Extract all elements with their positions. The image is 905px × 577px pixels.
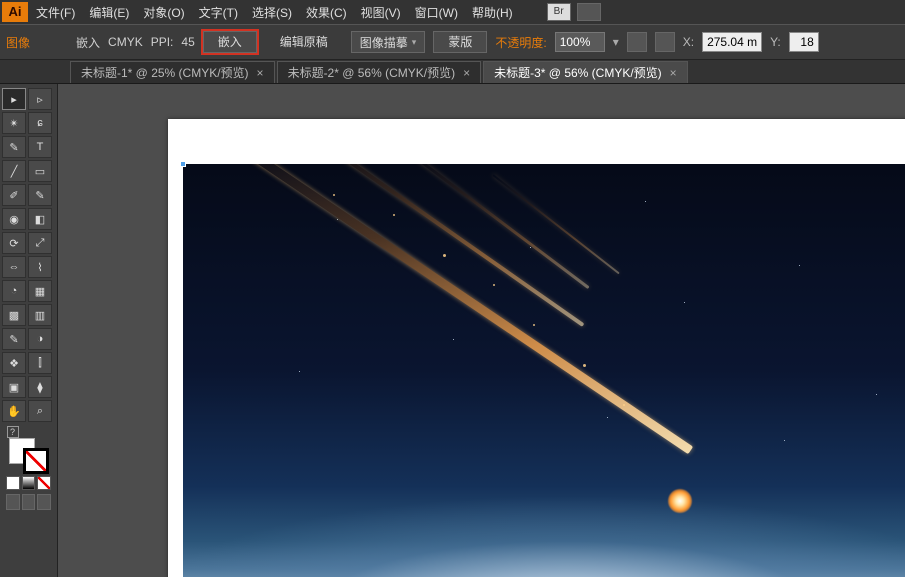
document-tab-bar: 未标题-1* @ 25% (CMYK/预览) × 未标题-2* @ 56% (C… <box>0 60 905 84</box>
symbol-sprayer-tool[interactable]: ❖ <box>2 352 26 374</box>
draw-normal-icon[interactable] <box>6 494 20 510</box>
workspace: ▸▹ ✴ɕ ✎T ╱▭ ✐✎ ◉◧ ⟳⤢ ⇔⌇ ◔▦ ▩▥ ✎◑ ❖⫿ ▣⧫ ✋… <box>0 84 905 577</box>
mask-button[interactable]: 蒙版 <box>433 31 487 53</box>
ppi-label: PPI: <box>151 35 174 49</box>
menu-window[interactable]: 窗口(W) <box>415 4 458 21</box>
scale-tool[interactable]: ⤢ <box>28 232 52 254</box>
hand-tool[interactable]: ✋ <box>2 400 26 422</box>
fill-stroke-control[interactable]: ? <box>5 428 53 472</box>
color-gradient-icon[interactable] <box>22 476 36 490</box>
transform-icon[interactable] <box>627 32 647 52</box>
zoom-tool[interactable]: ⌕ <box>28 400 52 422</box>
y-input[interactable] <box>789 32 819 52</box>
menu-type[interactable]: 文字(T) <box>199 4 238 21</box>
options-bar: 图像 嵌入 CMYK PPI: 45 嵌入 编辑原稿 图像描摹 蒙版 不透明度:… <box>0 24 905 60</box>
eraser-tool[interactable]: ◧ <box>28 208 52 230</box>
embed-button[interactable]: 嵌入 <box>203 31 257 53</box>
menu-select[interactable]: 选择(S) <box>252 4 292 21</box>
bridge-button[interactable]: Br <box>547 3 571 21</box>
menu-help[interactable]: 帮助(H) <box>472 4 513 21</box>
menu-bar: Ai 文件(F) 编辑(E) 对象(O) 文字(T) 选择(S) 效果(C) 视… <box>0 0 905 24</box>
arrange-button[interactable] <box>577 3 601 21</box>
menu-view[interactable]: 视图(V) <box>361 4 401 21</box>
column-graph-tool[interactable]: ⫿ <box>28 352 52 374</box>
opacity-input[interactable] <box>555 32 605 52</box>
slice-tool[interactable]: ⧫ <box>28 376 52 398</box>
color-solid-icon[interactable] <box>6 476 20 490</box>
selection-tool[interactable]: ▸ <box>2 88 26 110</box>
artboard-tool[interactable]: ▣ <box>2 376 26 398</box>
direct-selection-tool[interactable]: ▹ <box>28 88 52 110</box>
gradient-tool[interactable]: ▥ <box>28 304 52 326</box>
close-icon[interactable]: × <box>670 66 677 80</box>
screen-mode-row <box>2 494 55 510</box>
toolbox: ▸▹ ✴ɕ ✎T ╱▭ ✐✎ ◉◧ ⟳⤢ ⇔⌇ ◔▦ ▩▥ ✎◑ ❖⫿ ▣⧫ ✋… <box>0 84 58 577</box>
eyedropper-tool[interactable]: ✎ <box>2 328 26 350</box>
tab-label: 未标题-2* @ 56% (CMYK/预览) <box>288 64 456 81</box>
ppi-value: 45 <box>181 35 194 49</box>
shape-builder-tool[interactable]: ◔ <box>2 280 26 302</box>
menu-object[interactable]: 对象(O) <box>143 4 184 21</box>
document-tab-2[interactable]: 未标题-2* @ 56% (CMYK/预览) × <box>277 61 482 83</box>
context-label: 图像 <box>6 34 30 51</box>
color-mode-row <box>2 476 55 490</box>
rotate-tool[interactable]: ⟳ <box>2 232 26 254</box>
blob-brush-tool[interactable]: ◉ <box>2 208 26 230</box>
menu-edit[interactable]: 编辑(E) <box>89 4 129 21</box>
line-tool[interactable]: ╱ <box>2 160 26 182</box>
color-none-icon[interactable] <box>37 476 51 490</box>
x-input[interactable] <box>702 32 762 52</box>
stars-layer <box>183 164 905 577</box>
width-tool[interactable]: ⇔ <box>2 256 26 278</box>
perspective-tool[interactable]: ▦ <box>28 280 52 302</box>
placed-image[interactable] <box>183 164 905 577</box>
stroke-swatch[interactable] <box>23 448 49 474</box>
meteor-head <box>668 489 692 513</box>
type-tool[interactable]: T <box>28 136 52 158</box>
opacity-label: 不透明度: <box>495 34 546 51</box>
canvas-area[interactable] <box>58 84 905 577</box>
tab-label: 未标题-1* @ 25% (CMYK/预览) <box>81 64 249 81</box>
y-label: Y: <box>770 35 781 49</box>
edit-original-button[interactable]: 编辑原稿 <box>265 31 343 53</box>
colormode-label: CMYK <box>108 35 143 49</box>
draw-behind-icon[interactable] <box>22 494 36 510</box>
paintbrush-tool[interactable]: ✐ <box>2 184 26 206</box>
x-label: X: <box>683 35 694 49</box>
blend-tool[interactable]: ◑ <box>28 328 52 350</box>
draw-inside-icon[interactable] <box>37 494 51 510</box>
embed-status: 嵌入 <box>76 34 100 51</box>
help-icon[interactable]: ? <box>7 426 19 438</box>
lasso-tool[interactable]: ɕ <box>28 112 52 134</box>
menu-right-buttons: Br <box>547 3 601 21</box>
menu-file[interactable]: 文件(F) <box>36 4 75 21</box>
close-icon[interactable]: × <box>463 66 470 80</box>
document-tab-3[interactable]: 未标题-3* @ 56% (CMYK/预览) × <box>483 61 688 83</box>
warp-tool[interactable]: ⌇ <box>28 256 52 278</box>
selection-handle[interactable] <box>180 161 186 167</box>
rectangle-tool[interactable]: ▭ <box>28 160 52 182</box>
close-icon[interactable]: × <box>257 66 264 80</box>
menu-effect[interactable]: 效果(C) <box>306 4 347 21</box>
tab-label: 未标题-3* @ 56% (CMYK/预览) <box>494 64 662 81</box>
magic-wand-tool[interactable]: ✴ <box>2 112 26 134</box>
pen-tool[interactable]: ✎ <box>2 136 26 158</box>
app-logo: Ai <box>2 2 28 22</box>
pencil-tool[interactable]: ✎ <box>28 184 52 206</box>
document-tab-1[interactable]: 未标题-1* @ 25% (CMYK/预览) × <box>70 61 275 83</box>
mesh-tool[interactable]: ▩ <box>2 304 26 326</box>
align-icon[interactable] <box>655 32 675 52</box>
image-trace-dropdown[interactable]: 图像描摹 <box>351 31 426 53</box>
